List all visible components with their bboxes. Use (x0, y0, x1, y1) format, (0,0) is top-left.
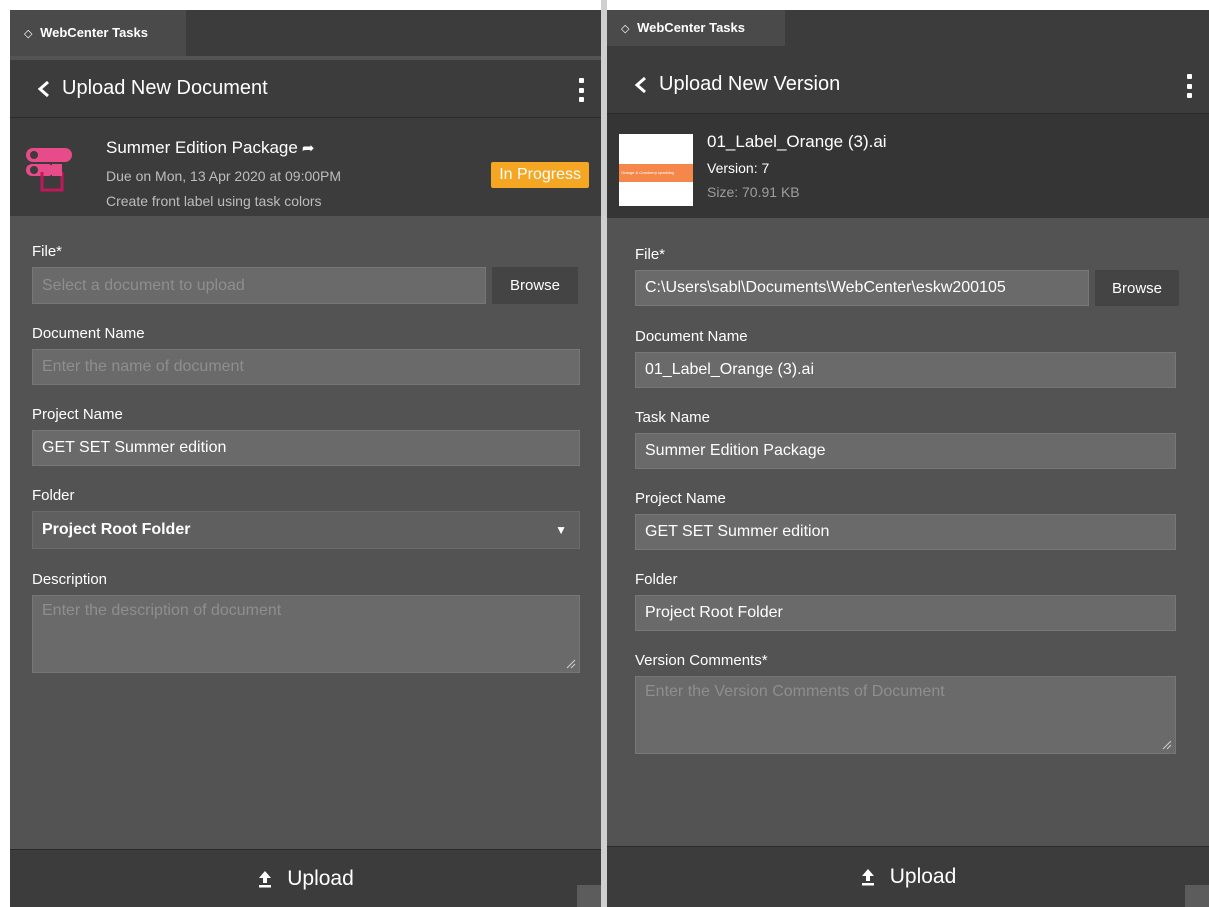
tab-webcenter-tasks[interactable]: ◇ WebCenter Tasks (607, 10, 785, 46)
tab-label: WebCenter Tasks (40, 25, 148, 40)
folder-input[interactable]: Project Root Folder (635, 595, 1176, 631)
file-size: Size: 70.91 KB (707, 184, 800, 200)
project-name-input[interactable]: GET SET Summer edition (635, 514, 1176, 550)
file-input[interactable]: C:\Users\sabl\Documents\WebCenter\eskw20… (635, 270, 1089, 306)
resize-grip-icon[interactable] (566, 659, 576, 669)
document-name-input[interactable]: Enter the name of document (32, 349, 580, 385)
description-label: Description (32, 571, 108, 588)
file-label: File* (635, 246, 666, 263)
resize-grip-icon[interactable] (1162, 740, 1172, 750)
panel-resize-grip[interactable] (577, 885, 601, 907)
project-name-label: Project Name (635, 490, 726, 507)
document-name-label: Document Name (635, 328, 748, 345)
description-textarea[interactable]: Enter the description of document (32, 595, 580, 673)
upload-label: Upload (287, 866, 354, 890)
browse-button[interactable]: Browse (492, 267, 578, 304)
tab-webcenter-tasks[interactable]: ◇ WebCenter Tasks (10, 10, 186, 56)
task-title-text: Summer Edition Package (106, 138, 298, 157)
folder-select-value: Project Root Folder (42, 521, 191, 538)
caret-down-icon: ▼ (555, 523, 567, 537)
task-info: Summer Edition Package ➦ Due on Mon, 13 A… (10, 118, 601, 216)
tab-glyph-icon: ◇ (24, 28, 33, 40)
thumbnail-label: Orange & Cranberry sparkling (619, 164, 693, 182)
folder-label: Folder (32, 487, 75, 504)
upload-button[interactable]: Upload (10, 849, 601, 907)
folder-select[interactable]: Project Root Folder ▼ (32, 511, 580, 549)
task-package-icon (26, 148, 72, 192)
document-name-input[interactable]: 01_Label_Orange (3).ai (635, 352, 1176, 388)
upload-label: Upload (889, 865, 957, 888)
chevron-left-icon[interactable] (631, 75, 651, 95)
status-badge: In Progress (491, 162, 589, 188)
upload-button[interactable]: Upload (607, 846, 1209, 907)
panel-resize-grip[interactable] (1185, 885, 1209, 907)
task-name-label: Task Name (635, 409, 711, 426)
page-title: Upload New Document (62, 77, 268, 99)
chevron-left-icon[interactable] (34, 79, 54, 99)
upload-version-panel: ◇ WebCenter Tasks Upload New Version Ora… (607, 0, 1209, 907)
panel-header: Upload New Document (10, 60, 601, 118)
tab-label: WebCenter Tasks (637, 20, 745, 35)
version-comments-placeholder: Enter the Version Comments of Document (645, 683, 945, 700)
file-info: Orange & Cranberry sparkling 01_Label_Or… (607, 114, 1209, 218)
browse-button[interactable]: Browse (1095, 270, 1179, 306)
upload-document-panel: ◇ WebCenter Tasks Upload New Document Su… (10, 0, 601, 907)
file-label: File* (32, 243, 63, 260)
project-name-label: Project Name (32, 406, 123, 423)
description-placeholder: Enter the description of document (42, 602, 282, 619)
file-thumbnail: Orange & Cranberry sparkling (619, 134, 693, 206)
task-description: Create front label using task colors (106, 193, 322, 209)
left-edge (0, 0, 10, 907)
file-input[interactable]: Select a document to upload (32, 267, 486, 304)
task-title[interactable]: Summer Edition Package ➦ (106, 138, 314, 158)
task-due-date: Due on Mon, 13 Apr 2020 at 09:00PM (106, 168, 342, 184)
tab-glyph-icon: ◇ (621, 23, 630, 35)
kebab-menu-icon[interactable] (579, 78, 585, 102)
share-arrow-icon[interactable]: ➦ (302, 140, 315, 157)
file-version: Version: 7 (707, 160, 770, 176)
page-title: Upload New Version (659, 73, 841, 95)
version-comments-label: Version Comments* (635, 652, 768, 669)
project-name-input[interactable]: GET SET Summer edition (32, 430, 580, 466)
upload-icon (861, 869, 874, 886)
task-name-input[interactable]: Summer Edition Package (635, 433, 1176, 469)
panel-header: Upload New Version (607, 56, 1209, 114)
tab-bar: ◇ WebCenter Tasks (10, 0, 601, 56)
tab-bar: ◇ WebCenter Tasks (607, 0, 1209, 56)
kebab-menu-icon[interactable] (1187, 74, 1193, 98)
version-comments-textarea[interactable]: Enter the Version Comments of Document (635, 676, 1176, 754)
folder-label: Folder (635, 571, 678, 588)
file-name: 01_Label_Orange (3).ai (707, 132, 887, 151)
document-name-label: Document Name (32, 325, 145, 342)
upload-icon (259, 870, 272, 887)
